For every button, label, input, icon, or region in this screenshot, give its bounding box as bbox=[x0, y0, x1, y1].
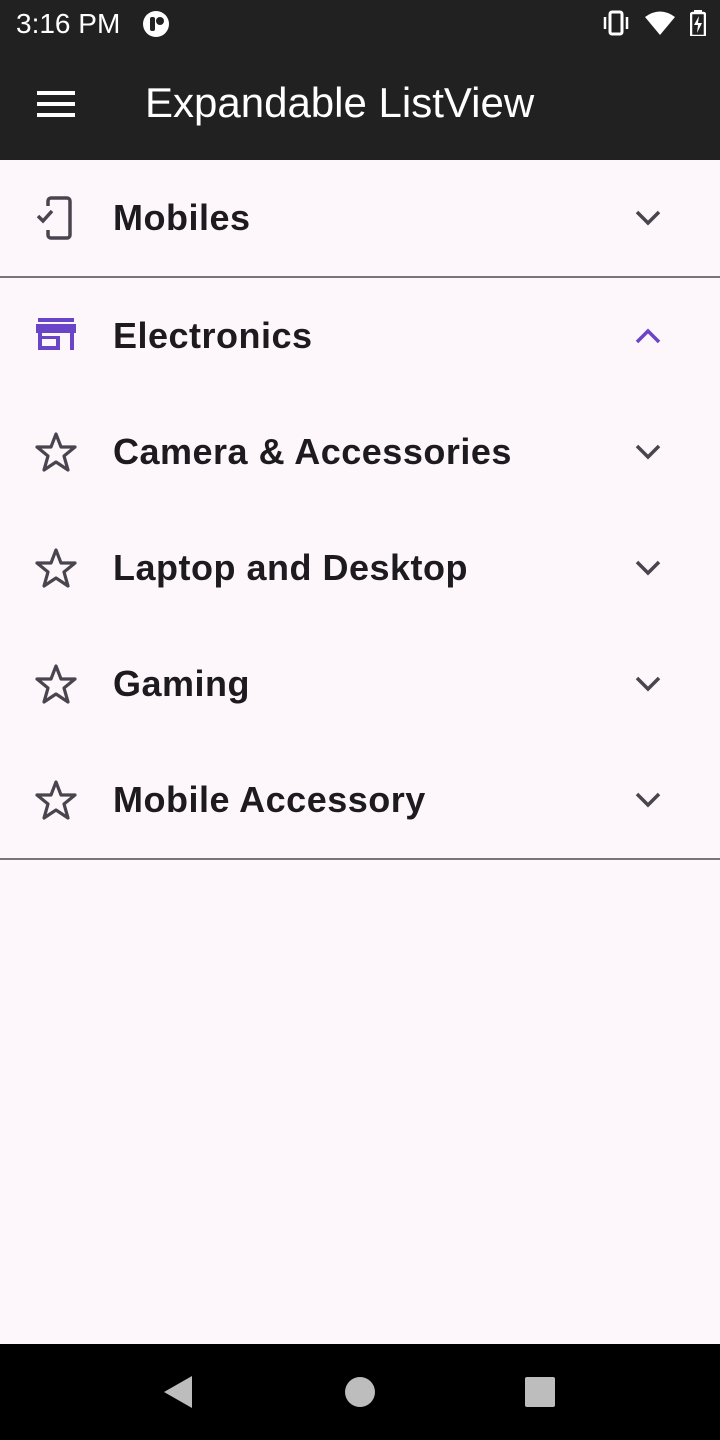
app-notification-icon bbox=[142, 10, 172, 43]
app-bar: Expandable ListView bbox=[0, 48, 720, 160]
child-row-camera-accessories[interactable]: Camera & Accessories bbox=[0, 394, 720, 510]
group-row-mobiles[interactable]: Mobiles bbox=[0, 160, 720, 276]
expandable-list: Mobiles Electronics Camera & Accessories bbox=[0, 160, 720, 860]
group-label: Electronics bbox=[113, 315, 313, 356]
star-outline-icon bbox=[34, 546, 78, 590]
star-outline-icon bbox=[34, 430, 78, 474]
hamburger-menu-icon bbox=[37, 91, 75, 117]
system-nav-bar bbox=[0, 1344, 720, 1440]
chevron-down-icon[interactable] bbox=[628, 432, 668, 472]
child-row-laptop-desktop[interactable]: Laptop and Desktop bbox=[0, 510, 720, 626]
star-outline-icon bbox=[34, 662, 78, 706]
back-icon[interactable] bbox=[160, 1372, 200, 1412]
recents-icon[interactable] bbox=[522, 1372, 562, 1412]
group-row-electronics[interactable]: Electronics bbox=[0, 278, 720, 394]
wifi-icon: 4 bbox=[644, 10, 676, 41]
child-row-mobile-accessory[interactable]: Mobile Accessory bbox=[0, 742, 720, 858]
group-label: Mobiles bbox=[113, 197, 251, 238]
child-label: Gaming bbox=[113, 663, 251, 704]
status-time: 3:16 PM bbox=[16, 8, 121, 39]
chevron-down-icon[interactable] bbox=[628, 548, 668, 588]
chevron-up-icon[interactable] bbox=[628, 316, 668, 356]
vibrate-icon bbox=[602, 10, 630, 41]
child-label: Camera & Accessories bbox=[113, 431, 512, 472]
child-label: Laptop and Desktop bbox=[113, 547, 469, 588]
wifi-badge: 4 bbox=[666, 25, 672, 36]
child-row-gaming[interactable]: Gaming bbox=[0, 626, 720, 742]
page-title: Expandable ListView bbox=[145, 79, 535, 126]
store-icon bbox=[34, 314, 78, 358]
star-outline-icon bbox=[34, 778, 78, 822]
mobile-check-icon bbox=[34, 196, 78, 240]
child-label: Mobile Accessory bbox=[113, 779, 426, 820]
home-icon[interactable] bbox=[342, 1372, 382, 1412]
divider bbox=[0, 858, 720, 860]
battery-icon bbox=[689, 10, 707, 41]
chevron-down-icon[interactable] bbox=[628, 198, 668, 238]
status-bar: 3:16 PM 4 bbox=[0, 0, 720, 48]
hamburger-menu-button[interactable] bbox=[20, 68, 92, 140]
chevron-down-icon[interactable] bbox=[628, 780, 668, 820]
chevron-down-icon[interactable] bbox=[628, 664, 668, 704]
